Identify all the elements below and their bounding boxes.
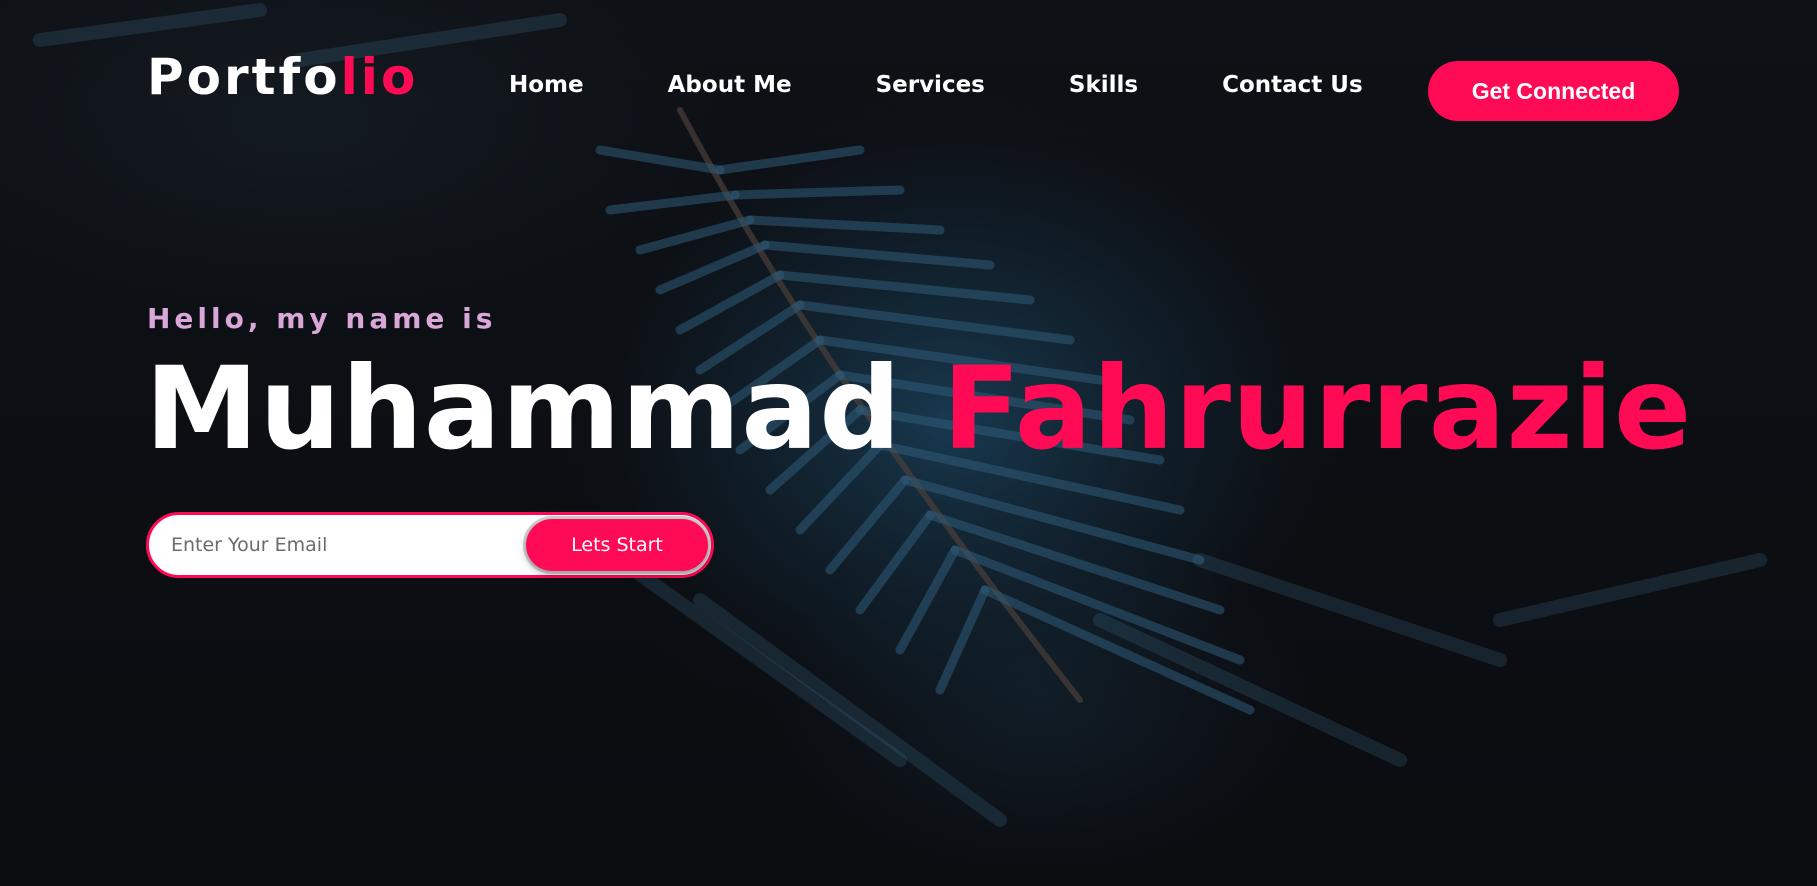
navbar: Portfolio Home About Me Services Skills … xyxy=(0,0,1817,180)
hero-first-name: Muhammad xyxy=(145,342,902,475)
hero-name: Muhammad Fahrurrazie xyxy=(145,352,1692,466)
nav-link-skills[interactable]: Skills xyxy=(1069,74,1138,97)
nav-link-contact-us[interactable]: Contact Us xyxy=(1222,74,1363,97)
nav-link-services[interactable]: Services xyxy=(876,74,985,97)
lets-start-button[interactable]: Lets Start xyxy=(526,519,708,571)
get-connected-button[interactable]: Get Connected xyxy=(1428,61,1679,121)
email-signup-form: Lets Start xyxy=(146,512,714,578)
logo-accent-text: lio xyxy=(340,48,419,106)
email-input[interactable] xyxy=(149,514,526,576)
nav-link-home[interactable]: Home xyxy=(509,74,584,97)
hero-last-name: Fahrurrazie xyxy=(942,342,1693,475)
nav-menu: Home About Me Services Skills Contact Us xyxy=(509,74,1363,97)
logo[interactable]: Portfolio xyxy=(147,52,418,102)
hero-greeting: Hello, my name is xyxy=(147,302,497,335)
nav-link-about-me[interactable]: About Me xyxy=(668,74,792,97)
logo-primary-text: Portfo xyxy=(147,48,341,106)
hero-section: Portfolio Home About Me Services Skills … xyxy=(0,0,1817,886)
